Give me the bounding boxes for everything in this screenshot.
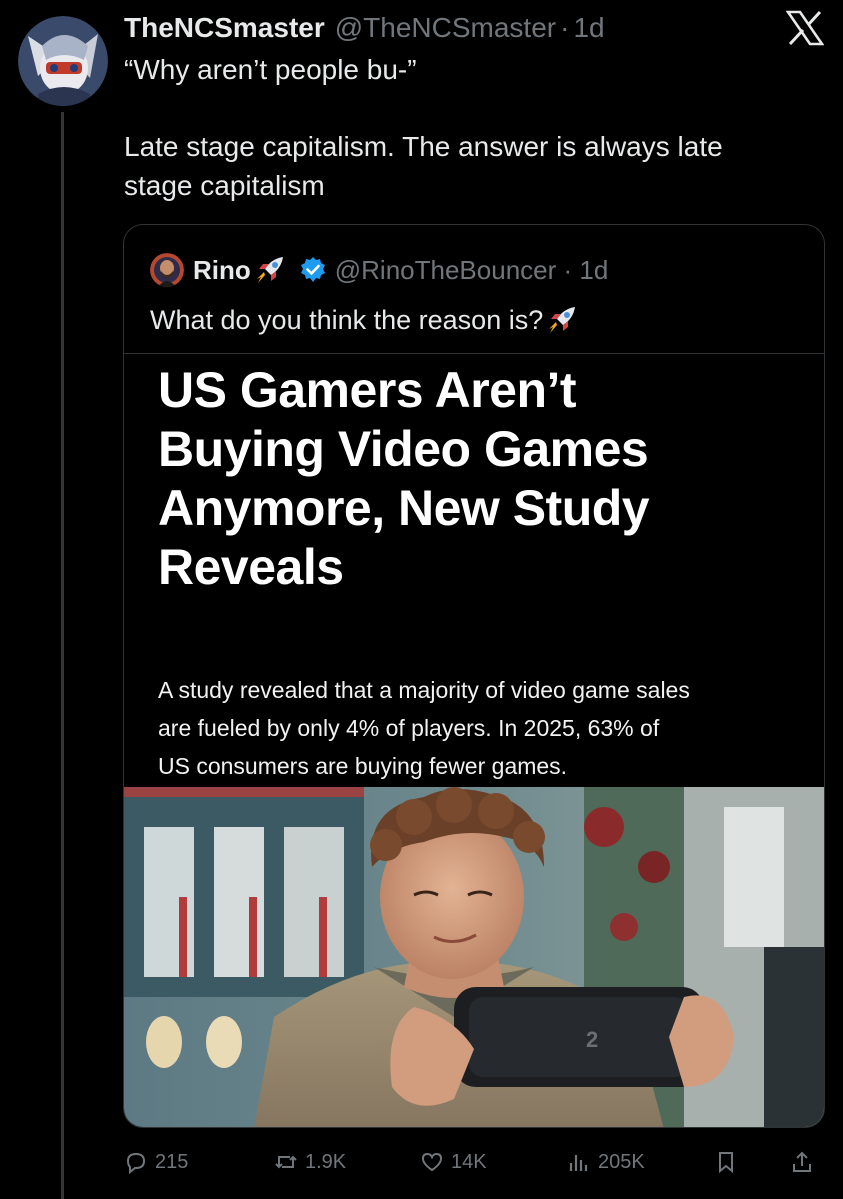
reply-icon	[126, 1152, 146, 1175]
headline-line: Anymore, New Study	[158, 480, 650, 536]
tweet-line-blank	[124, 89, 814, 127]
share-icon	[793, 1151, 811, 1172]
article-headline: US Gamers Aren’t Buying Video Games Anym…	[158, 361, 818, 597]
author-handle[interactable]: @TheNCSmaster	[335, 12, 556, 44]
rocket-icon	[253, 253, 287, 287]
quoted-tweet-card[interactable]: Rino @RinoTheBouncer · 1d What do you th…	[123, 224, 825, 1128]
headline-line: Buying Video Games	[158, 421, 649, 477]
bookmark-button[interactable]	[713, 1140, 745, 1184]
views-icon	[569, 1155, 588, 1171]
bookmark-icon	[719, 1152, 733, 1174]
tweet-timestamp[interactable]: 1d	[573, 12, 604, 44]
quoted-author-display-name[interactable]: Rino	[193, 255, 251, 286]
console-logo-text: 2	[586, 1027, 598, 1052]
separator-dot: ·	[560, 12, 570, 43]
rocket-icon	[545, 303, 579, 337]
tweet-line: stage capitalism	[124, 170, 325, 201]
tweet-header: TheNCSmaster @TheNCSmaster · 1d	[124, 10, 605, 46]
quoted-author-handle[interactable]: @RinoTheBouncer	[335, 255, 557, 286]
article-summary: A study revealed that a majority of vide…	[158, 671, 808, 785]
quoted-author-avatar[interactable]	[150, 253, 184, 287]
like-count: 14K	[451, 1150, 487, 1173]
headline-line: Reveals	[158, 539, 344, 595]
verified-badge-icon	[299, 256, 327, 284]
tweet-text: “Why aren’t people bu-” Late stage capit…	[124, 50, 814, 205]
summary-line: US consumers are buying fewer games.	[158, 753, 568, 779]
reply-count: 215	[155, 1150, 189, 1173]
tweet-line: “Why aren’t people bu-”	[124, 54, 417, 85]
like-icon	[421, 1152, 443, 1172]
author-avatar[interactable]	[18, 16, 108, 106]
quoted-tweet-header: Rino @RinoTheBouncer · 1d	[150, 253, 608, 287]
summary-line: A study revealed that a majority of vide…	[158, 677, 690, 703]
reply-button[interactable]: 215	[123, 1140, 188, 1184]
view-count: 205K	[598, 1150, 645, 1173]
repost-icon	[275, 1155, 297, 1169]
summary-line: are fueled by only 4% of players. In 202…	[158, 715, 660, 741]
author-display-name[interactable]: TheNCSmaster	[124, 12, 325, 44]
separator-dot: ·	[556, 254, 580, 285]
tweet-line: Late stage capitalism. The answer is alw…	[124, 131, 723, 162]
quoted-tweet-text-row: What do you think the reason is?	[150, 303, 579, 337]
x-logo-icon	[785, 10, 825, 46]
share-button[interactable]	[789, 1140, 821, 1184]
quoted-tweet-text: What do you think the reason is?	[150, 304, 544, 335]
repost-count: 1.9K	[305, 1150, 347, 1173]
tweet-action-bar: 215 1.9K 14K 205K	[123, 1140, 833, 1184]
divider	[124, 353, 824, 354]
headline-line: US Gamers Aren’t	[158, 362, 577, 418]
views-button[interactable]: 205K	[566, 1140, 645, 1184]
repost-button[interactable]: 1.9K	[273, 1140, 346, 1184]
article-photo[interactable]: 2	[124, 787, 824, 1127]
thread-line	[61, 112, 64, 1199]
like-button[interactable]: 14K	[419, 1140, 487, 1184]
quoted-tweet-timestamp[interactable]: 1d	[579, 255, 608, 286]
